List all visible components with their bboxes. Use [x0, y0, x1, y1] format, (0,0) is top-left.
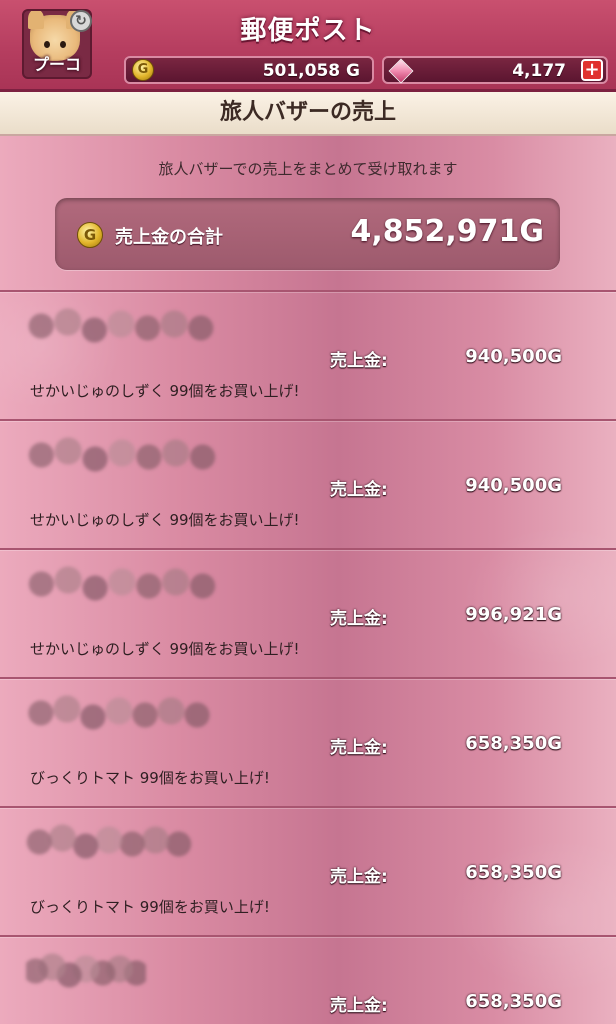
- summary-subtitle: 旅人バザーでの売上をまとめて受け取れます: [158, 160, 458, 178]
- buy-gems-button[interactable]: +: [581, 59, 603, 81]
- sale-description: せかいじゅのしずく 99個をお買い上げ!: [30, 640, 300, 658]
- sale-description: びっくりトマト 99個をお買い上げ!: [30, 769, 270, 787]
- page-title: 郵便ポスト: [240, 16, 376, 46]
- buyer-name-redacted: [26, 306, 216, 346]
- sale-amount: 940,500G: [465, 475, 562, 496]
- sale-label: 売上金:: [330, 351, 388, 371]
- character-name: プーコ: [32, 55, 81, 74]
- sale-label: 売上金:: [330, 738, 388, 758]
- buyer-name-redacted: [26, 951, 146, 991]
- gold-counter: G 501,058 G: [124, 56, 374, 84]
- sale-row[interactable]: 売上金: 940,500G せかいじゅのしずく 99個をお買い上げ!: [0, 421, 616, 549]
- sale-amount: 658,350G: [465, 862, 562, 883]
- gem-amount: 4,177: [512, 61, 566, 81]
- sale-label: 売上金:: [330, 867, 388, 887]
- buyer-name-redacted: [26, 822, 192, 862]
- sale-amount: 658,350G: [465, 733, 562, 754]
- sale-label: 売上金:: [330, 609, 388, 629]
- sale-description: せかいじゅのしずく 99個をお買い上げ!: [30, 511, 300, 529]
- sale-description: びっくりトマト 99個をお買い上げ!: [30, 898, 270, 916]
- gem-icon: [388, 58, 414, 84]
- total-sales-value: 4,852,971G: [350, 214, 544, 249]
- sale-row[interactable]: 売上金: 940,500G せかいじゅのしずく 99個をお買い上げ!: [0, 292, 616, 420]
- sale-row[interactable]: 売上金: 658,350G びっくりトマト 99個をお買い上げ!: [0, 808, 616, 936]
- sale-row[interactable]: 売上金: 658,350G: [0, 937, 616, 1024]
- sale-label: 売上金:: [330, 480, 388, 500]
- sale-description: せかいじゅのしずく 99個をお買い上げ!: [30, 382, 300, 400]
- sale-label: 売上金:: [330, 996, 388, 1016]
- sale-amount: 996,921G: [465, 604, 562, 625]
- buyer-name-redacted: [26, 435, 218, 475]
- gold-coin-icon: G: [77, 222, 103, 248]
- gold-amount: 501,058 G: [262, 61, 360, 81]
- sale-row[interactable]: 売上金: 658,350G びっくりトマト 99個をお買い上げ!: [0, 679, 616, 807]
- gem-counter: 4,177 +: [382, 56, 608, 84]
- sales-list[interactable]: 旅人バザーでの売上をまとめて受け取れます G 売上金の合計 4,852,971G…: [0, 136, 616, 1024]
- sale-amount: 658,350G: [465, 991, 562, 1012]
- buyer-name-redacted: [26, 564, 218, 604]
- section-title: 旅人バザーの売上: [0, 92, 616, 136]
- buyer-name-redacted: [26, 693, 212, 733]
- total-sales-label: 売上金の合計: [115, 227, 223, 248]
- sale-row[interactable]: 売上金: 996,921G せかいじゅのしずく 99個をお買い上げ!: [0, 550, 616, 678]
- total-sales-panel[interactable]: G 売上金の合計 4,852,971G: [55, 198, 560, 270]
- gold-coin-icon: G: [132, 59, 154, 81]
- sale-amount: 940,500G: [465, 346, 562, 367]
- app-header: プーコ ↻ 郵便ポスト G 501,058 G 4,177 +: [0, 0, 616, 92]
